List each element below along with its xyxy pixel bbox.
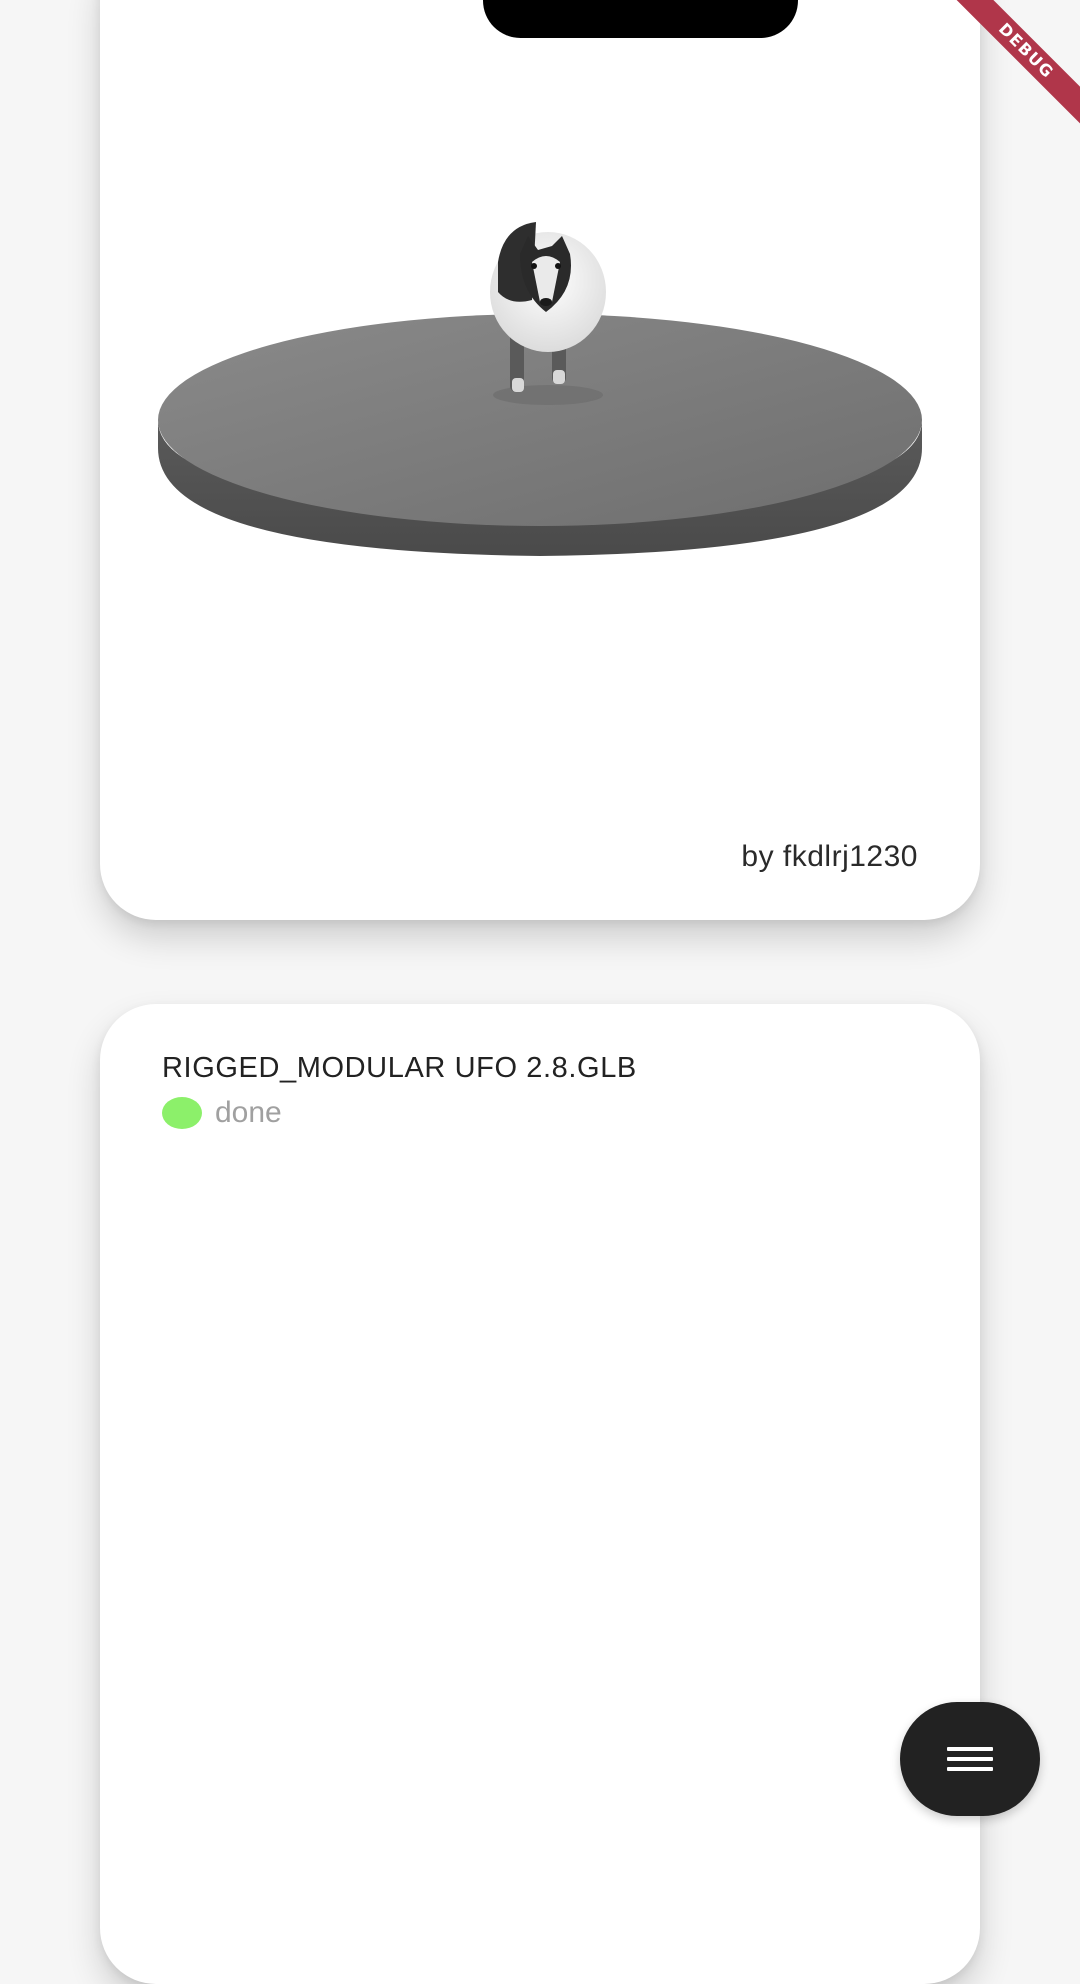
author-label: by fkdlrj1230 [741,840,918,873]
status-row: done [162,1096,282,1130]
camera-cutout [483,0,798,38]
status-text: done [215,1096,282,1129]
debug-banner: DEBUG [930,0,1080,150]
model-viewer[interactable] [100,0,980,800]
status-indicator [162,1097,202,1129]
model-card-2[interactable]: RIGGED_MODULAR UFO 2.8.GLB done [100,1004,980,1984]
model-card-1[interactable]: by fkdlrj1230 [100,0,980,920]
menu-button[interactable] [900,1702,1040,1816]
debug-label: DEBUG [946,0,1080,131]
menu-icon [947,1741,993,1777]
model-title: RIGGED_MODULAR UFO 2.8.GLB [162,1052,637,1084]
3d-model-preview [158,222,922,556]
